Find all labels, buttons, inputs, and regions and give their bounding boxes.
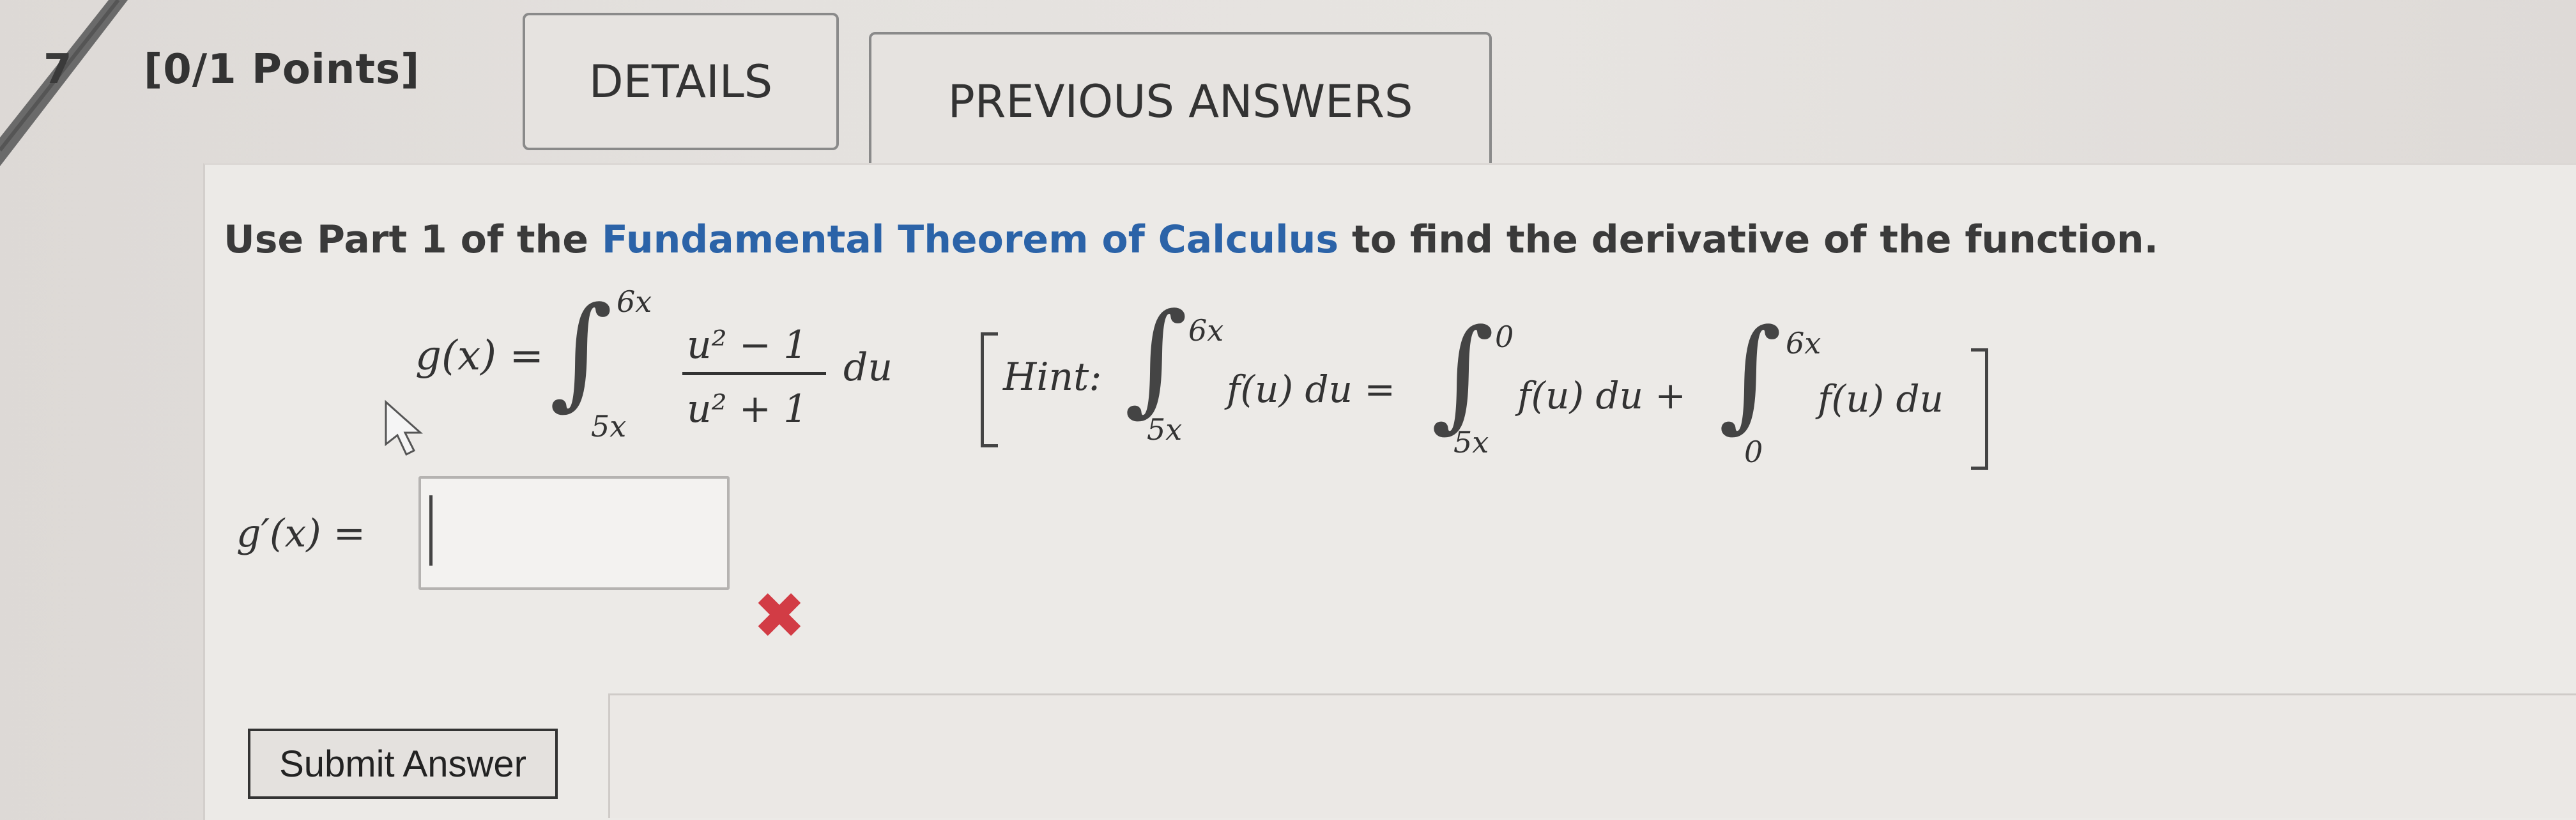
integral-lower-limit: 5x [591,409,627,444]
integral-sign-icon: ∫ [549,281,613,422]
question-corner-icon [0,0,128,166]
answer-label: g′(x) = [236,511,366,556]
instruction-text-start: Use Part 1 of the [224,217,602,262]
ftc-link[interactable]: Fundamental Theorem of Calculus [602,217,1338,262]
integrand-du: du [843,345,893,390]
integral-upper-limit: 6x [617,284,652,319]
submission-area [608,693,2576,818]
hint-int2-body: f(u) du + [1517,374,1687,417]
hint-int3-lower: 0 [1744,435,1763,469]
hint-int2-upper: 0 [1495,320,1514,354]
hint-label: Hint: [1003,355,1102,399]
instruction-text-end: to find the derivative of the function. [1338,217,2159,262]
answer-input[interactable] [418,476,730,590]
previous-answers-button[interactable]: PREVIOUS ANSWERS [869,32,1492,171]
hint-bracket-right [1971,348,1988,470]
hint-integral-1-icon: ∫ [1124,287,1188,428]
integrand-denominator: u² + 1 [687,387,808,431]
fraction-bar [682,372,826,375]
hint-int1-lower: 5x [1147,412,1183,447]
hint-integral-3-icon: ∫ [1719,303,1782,444]
hint-int1-upper: 6x [1188,313,1224,348]
points-label: [0/1 Points] [144,46,420,93]
hint-int3-upper: 6x [1786,326,1821,360]
hint-int1-body: f(u) du = [1227,367,1396,411]
hint-integral-2-icon: ∫ [1431,303,1494,444]
text-cursor [429,495,433,566]
question-number: 7 [43,46,72,93]
details-button[interactable]: DETAILS [523,13,839,150]
integrand-numerator: u² − 1 [687,323,808,367]
x-mark-icon: ✖ [753,578,806,653]
question-instruction: Use Part 1 of the Fundamental Theorem of… [224,217,2158,262]
hint-bracket-left [981,332,998,447]
mouse-pointer-icon [385,399,423,456]
function-lhs: g(x) = [415,332,544,380]
hint-int3-body: f(u) du [1818,377,1943,421]
submit-answer-button[interactable]: Submit Answer [248,729,558,799]
hint-int2-lower: 5x [1453,425,1489,460]
